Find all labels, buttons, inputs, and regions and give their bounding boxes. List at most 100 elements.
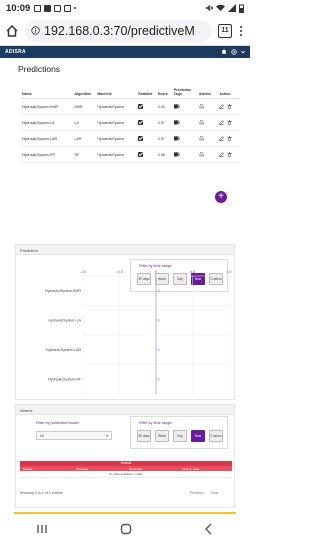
model-select[interactable]: All ▾ [36, 431, 112, 440]
tags-icon[interactable] [173, 119, 181, 125]
category-label: HydraulicSystem-LAR [46, 348, 82, 352]
row-machine: HydraulicSystem [96, 98, 138, 115]
prediction-panel-title: Prediction [16, 245, 234, 255]
time-filter-custom-button[interactable]: Custom [209, 430, 223, 442]
row-algorithm: LAR [73, 130, 97, 147]
tags-icon[interactable] [173, 103, 181, 109]
row-score: 0.98 [156, 146, 173, 163]
enabled-checkbox[interactable] [138, 135, 144, 141]
enabled-checkbox[interactable] [138, 119, 144, 125]
table-row: HydraulicSystem-LAR LAR HydraulicSystem 0.9… [21, 130, 239, 147]
model-filter-label: Filter by prediction model: [36, 421, 80, 425]
row-name: HydraulicSystem-LA [21, 114, 74, 131]
x-tick-label: 1.0 [227, 270, 232, 274]
table-row: HydraulicSystem-RF RF HydraulicSystem 0.98 [21, 146, 239, 163]
alarm-clock-icon [64, 4, 72, 12]
browser-menu-icon[interactable] [237, 25, 245, 36]
home-icon[interactable] [5, 24, 19, 38]
col-source[interactable]: Source [20, 467, 73, 471]
alarms-panel-title: Alarms [16, 405, 234, 415]
time-filter-day-button[interactable]: Day [173, 430, 187, 442]
edit-icon[interactable] [219, 151, 225, 157]
category-label: HydraulicSystem-RF [48, 378, 82, 382]
previous-page-button[interactable]: Previous [190, 491, 204, 495]
status-bar: 10:09 [0, 0, 250, 16]
col-prediction-tags[interactable]: Prediction Tags [172, 86, 198, 99]
col-action[interactable]: Action [218, 86, 239, 99]
image-icon [54, 4, 62, 12]
info-icon[interactable] [31, 26, 40, 35]
trash-icon[interactable] [227, 151, 232, 157]
row-algorithm: KMR [73, 98, 97, 115]
col-name[interactable]: Name [21, 86, 74, 99]
x-tick-label: -1.0 [80, 270, 86, 274]
value-label: 0 [158, 378, 160, 382]
row-machine: HydraulicSystem [96, 130, 138, 147]
col-time-to-reset[interactable]: Time to reset [179, 467, 232, 471]
pagination: Previous Next [190, 491, 218, 495]
col-machine[interactable]: Machine [96, 86, 138, 99]
row-name: HydraulicSystem-LAR [21, 130, 74, 147]
youtube-icon [44, 4, 52, 12]
tags-icon[interactable] [173, 135, 181, 141]
time-filter-30-days-button[interactable]: 30 days [137, 430, 151, 442]
alarms-empty-message: No data available in table [20, 471, 232, 478]
add-prediction-button[interactable]: + [215, 191, 227, 203]
edit-icon[interactable] [219, 119, 225, 125]
recent-apps-icon[interactable] [36, 524, 48, 534]
row-name: HydraulicSystem-KMR [21, 98, 74, 115]
edit-icon[interactable] [219, 135, 225, 141]
time-filter-now-button[interactable]: Now [191, 430, 205, 442]
trash-icon[interactable] [227, 103, 232, 109]
row-algorithm: LA [73, 114, 97, 131]
col-score[interactable]: Score [156, 86, 173, 99]
row-score: 0.43 [156, 98, 173, 115]
entries-info: Showing 0 to 0 of 0 entries [20, 491, 63, 495]
table-header-row: Name Algorithm Machine Enabled Score Pre… [21, 86, 239, 99]
col-recorded[interactable]: Recorded [126, 467, 179, 471]
row-algorithm: RF [73, 146, 97, 163]
enabled-checkbox[interactable] [138, 151, 144, 157]
alarm-bell-icon[interactable] [198, 119, 204, 125]
model-select-value: All [40, 434, 44, 438]
page-title: Predictions [18, 64, 61, 74]
col-alarms[interactable]: Alarms [197, 86, 219, 99]
time-filter-week-button[interactable]: Week [155, 430, 169, 442]
col-message[interactable]: Message [73, 467, 126, 471]
category-label: HydraulicSystem-KMR [45, 289, 82, 293]
prediction-chart: -1.0 -0.5 0 0.5 1.0 HydraulicSystem-KMR Hydra… [45, 270, 232, 395]
alarm-bell-icon[interactable] [198, 135, 204, 141]
trash-icon[interactable] [227, 135, 232, 141]
row-machine: HydraulicSystem [96, 114, 138, 131]
value-label: 0 [158, 348, 160, 352]
x-tick-label: -0.5 [116, 270, 122, 274]
mute-icon [205, 4, 213, 12]
row-name: HydraulicSystem-RF [21, 146, 74, 163]
status-time: 10:09 [6, 2, 31, 14]
tags-icon[interactable] [173, 151, 181, 157]
row-score: 0.97 [156, 130, 173, 147]
enabled-checkbox[interactable] [138, 103, 144, 109]
next-page-button[interactable]: Next [211, 491, 218, 495]
alarm-bell-icon[interactable] [198, 151, 204, 157]
battery-icon [239, 4, 244, 13]
trash-icon[interactable] [227, 119, 232, 125]
system-nav-bar [0, 516, 250, 542]
bell-icon[interactable] [221, 49, 227, 55]
value-label: 0 [158, 289, 160, 293]
gallery-icon [34, 4, 42, 12]
predictions-table: Name Algorithm Machine Enabled Score Pre… [21, 86, 239, 163]
edit-icon[interactable] [219, 103, 225, 109]
tab-switcher-button[interactable]: 11 [218, 23, 232, 38]
chevron-down-icon[interactable] [241, 50, 245, 54]
x-tick-label: 0 [155, 270, 157, 274]
col-enabled[interactable]: Enabled [137, 86, 157, 99]
signal-icon [228, 4, 236, 12]
url-bar[interactable]: 192.168.0.3:70/predictiveM [25, 19, 212, 42]
col-algorithm[interactable]: Algorithm [73, 86, 97, 99]
alarm-bell-icon[interactable] [198, 103, 204, 109]
home-nav-icon[interactable] [120, 523, 132, 535]
back-icon[interactable] [204, 523, 214, 535]
globe-icon[interactable] [231, 49, 237, 55]
browser-toolbar: 192.168.0.3:70/predictiveM 11 [0, 16, 250, 46]
